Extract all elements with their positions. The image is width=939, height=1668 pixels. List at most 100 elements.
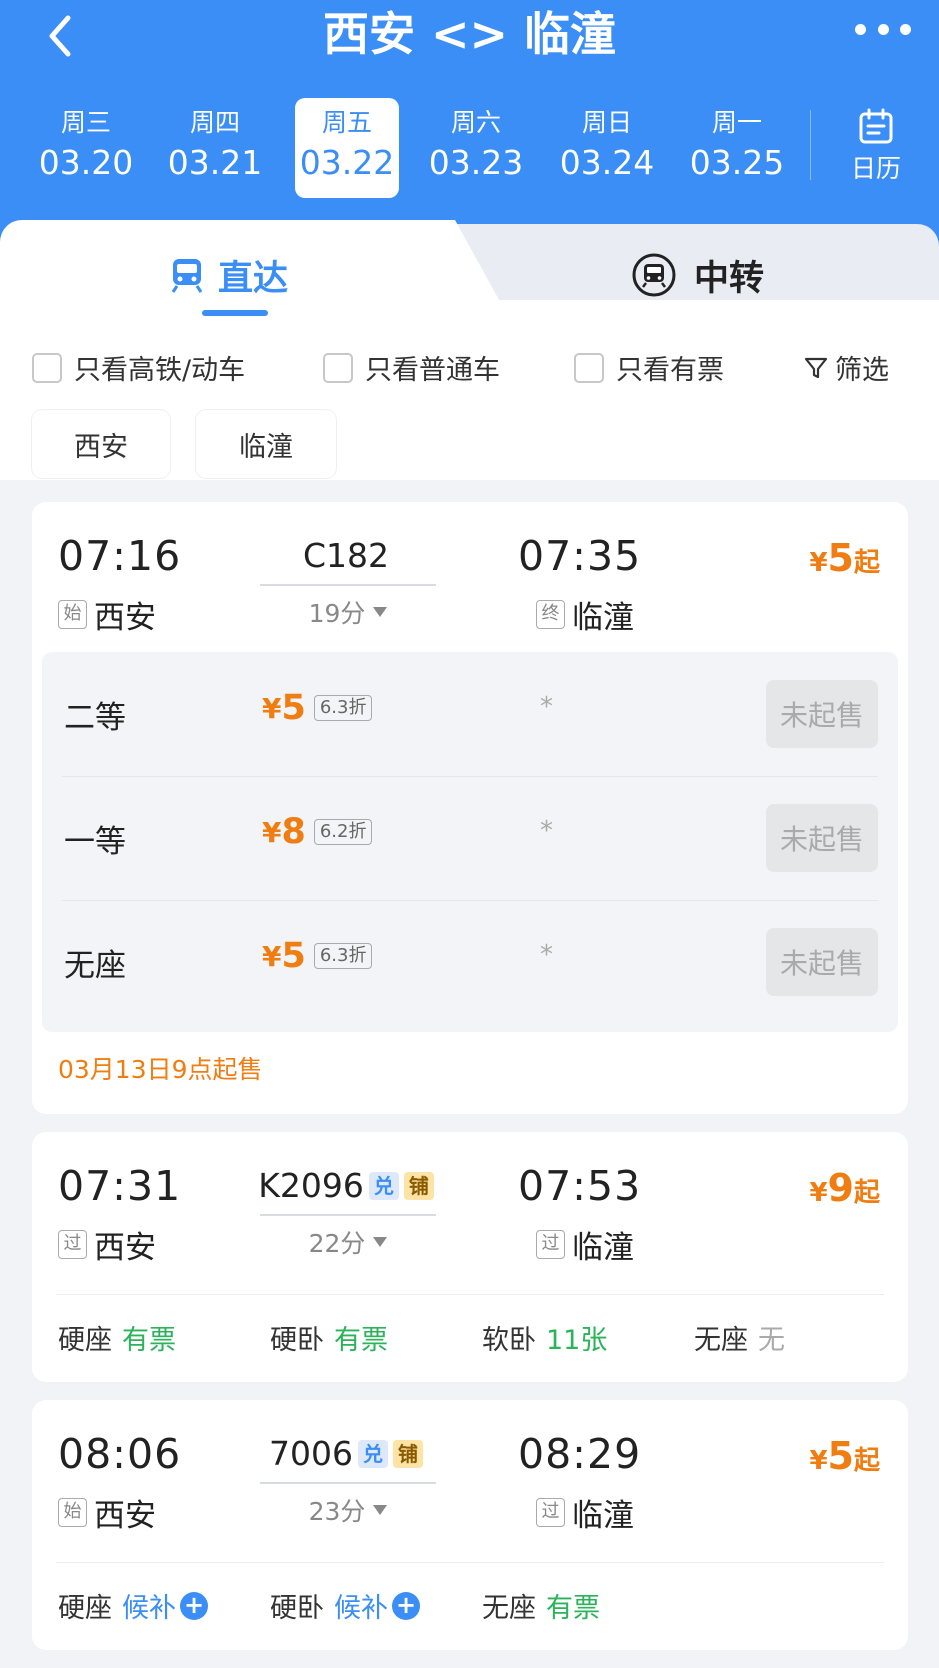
more-icon[interactable] <box>855 24 911 38</box>
date-tab-selected[interactable]: 周五 03.22 <box>295 98 399 198</box>
discount-badge: 6.3折 <box>313 943 373 969</box>
exchange-badge: 兑 <box>357 1439 388 1468</box>
tab-direct[interactable]: 直达 <box>170 250 288 300</box>
filter-high-speed-checkbox[interactable]: 只看高铁/动车 <box>32 348 245 387</box>
seat-availability: 硬座 有票 <box>58 1318 176 1357</box>
date-tab[interactable]: 周三 03.20 <box>34 98 138 198</box>
triangle-down-icon <box>373 607 388 617</box>
plus-icon[interactable]: + <box>392 1591 420 1620</box>
filter-label: 只看普通车 <box>365 355 500 386</box>
tab-transfer[interactable]: 中转 <box>630 250 764 300</box>
train-card[interactable]: 07:16 始 西安 C182 19分 07:35 终 临潼 ¥5 起 二等 ¥5… <box>32 502 908 1114</box>
currency-symbol: ¥ <box>809 1446 828 1476</box>
seat-availability: 无座 有票 <box>482 1586 600 1625</box>
price-suffix: 起 <box>853 1446 880 1476</box>
train-card[interactable]: 07:31 过 西安 K2096 兑 铺 22分 07:53 过 临潼 ¥9 起 … <box>32 1132 908 1382</box>
tab-indicator <box>202 310 268 316</box>
seat-count: * <box>540 692 553 722</box>
arrival-time: 07:35 <box>518 532 642 580</box>
triangle-down-icon <box>373 1237 388 1247</box>
seat-class: 硬卧 <box>270 1593 324 1624</box>
filter-has-ticket-checkbox[interactable]: 只看有票 <box>574 348 724 387</box>
presale-notice: 03月13日9点起售 <box>58 1055 263 1084</box>
route-line <box>260 584 436 586</box>
arrival-station: 终 临潼 <box>536 592 634 637</box>
station-name: 临潼 <box>572 1498 634 1534</box>
filter-label: 只看有票 <box>616 355 724 386</box>
date-tab[interactable]: 周六 03.23 <box>424 98 528 198</box>
station-chips: 西安 临潼 <box>0 390 939 480</box>
route-line <box>260 1214 436 1216</box>
date-weekday: 周四 <box>189 108 240 137</box>
arrival-time: 07:53 <box>518 1162 642 1210</box>
discount-badge: 6.2折 <box>313 819 373 845</box>
not-on-sale-button[interactable]: 未起售 <box>766 804 878 872</box>
date-weekday: 周日 <box>581 108 632 137</box>
calendar-icon <box>859 108 893 144</box>
currency-symbol: ¥ <box>262 691 282 725</box>
train-number-text: C182 <box>302 536 390 575</box>
start-tag: 始 <box>58 1498 87 1527</box>
transfer-icon <box>632 253 676 297</box>
filter-bar: 只看高铁/动车 只看普通车 只看有票 筛选 <box>0 338 939 390</box>
departure-time: 08:06 <box>58 1430 182 1478</box>
price-suffix: 起 <box>853 548 880 578</box>
price-value: 8 <box>281 812 306 852</box>
filter-normal-checkbox[interactable]: 只看普通车 <box>323 348 500 387</box>
seat-status: 候补 <box>334 1593 388 1624</box>
price-value: 9 <box>827 1166 854 1210</box>
departure-time: 07:31 <box>58 1162 182 1210</box>
seat-class: 一等 <box>64 824 126 860</box>
arrival-time: 08:29 <box>518 1430 642 1478</box>
station-chip[interactable]: 临潼 <box>196 410 336 478</box>
train-number: K2096 兑 铺 <box>258 1166 434 1205</box>
seat-count: * <box>540 940 553 970</box>
berth-badge: 铺 <box>392 1439 423 1468</box>
duration-toggle[interactable]: 22分 <box>260 1224 436 1260</box>
start-tag: 始 <box>58 600 87 629</box>
date-tab[interactable]: 周日 03.24 <box>555 98 659 198</box>
price-suffix: 起 <box>853 1178 880 1208</box>
date-tab[interactable]: 周一 03.25 <box>685 98 789 198</box>
date-value: 03.21 <box>167 143 263 182</box>
date-tab[interactable]: 周四 03.21 <box>163 98 267 198</box>
seat-status: 有票 <box>122 1325 176 1356</box>
filter-button[interactable]: 筛选 <box>803 348 889 387</box>
price-value: 5 <box>281 688 306 728</box>
price-value: 5 <box>827 1434 854 1478</box>
date-weekday: 周一 <box>711 108 762 137</box>
date-weekday: 周六 <box>450 108 501 137</box>
seat-availability: 软卧 11张 <box>482 1318 607 1357</box>
seat-class: 二等 <box>64 700 126 736</box>
currency-symbol: ¥ <box>809 548 828 578</box>
divider <box>810 110 811 180</box>
duration-toggle[interactable]: 19分 <box>260 594 436 630</box>
currency-symbol: ¥ <box>262 939 282 973</box>
checkbox-icon <box>32 352 62 383</box>
departure-time: 07:16 <box>58 532 182 580</box>
date-value: 03.20 <box>38 143 134 182</box>
page-title: 西安 <> 临潼 <box>322 7 617 61</box>
seat-price: ¥8 6.2折 <box>262 812 373 852</box>
seat-availability[interactable]: 硬卧 候补 + <box>270 1586 420 1625</box>
calendar-button[interactable]: 日历 <box>836 108 916 188</box>
train-card[interactable]: 08:06 始 西安 7006 兑 铺 23分 08:29 过 临潼 ¥5 起 硬… <box>32 1400 908 1650</box>
duration-toggle[interactable]: 23分 <box>260 1492 436 1528</box>
filter-label: 只看高铁/动车 <box>74 355 246 386</box>
not-on-sale-button[interactable]: 未起售 <box>766 680 878 748</box>
divider <box>56 1294 884 1295</box>
train-number-text: 7006 <box>269 1434 353 1473</box>
station-name: 临潼 <box>572 1230 634 1266</box>
station-name: 西安 <box>94 1498 156 1534</box>
seat-class: 硬座 <box>58 1325 112 1356</box>
station-name: 临潼 <box>572 600 634 636</box>
seat-class: 软卧 <box>482 1325 536 1356</box>
duration-text: 19分 <box>308 599 366 628</box>
station-name: 西安 <box>94 600 156 636</box>
not-on-sale-button[interactable]: 未起售 <box>766 928 878 996</box>
seat-class: 硬卧 <box>270 1325 324 1356</box>
station-chip[interactable]: 西安 <box>32 410 170 478</box>
seat-availability[interactable]: 硬座 候补 + <box>58 1586 208 1625</box>
plus-icon[interactable]: + <box>180 1591 208 1620</box>
arrival-station: 过 临潼 <box>536 1222 634 1267</box>
